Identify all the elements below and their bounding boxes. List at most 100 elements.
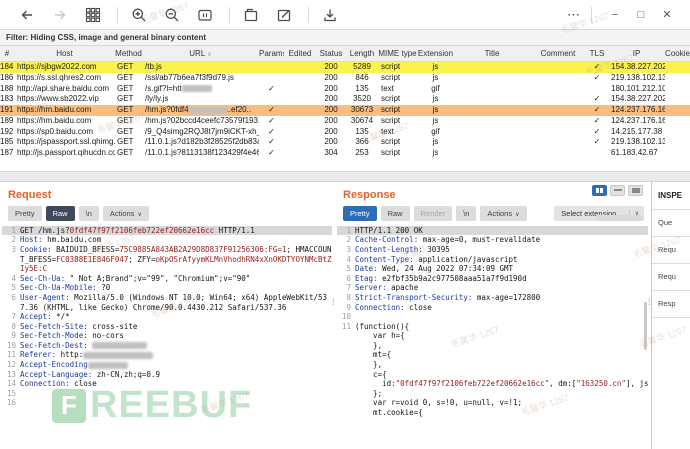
- col-header-ip[interactable]: IP: [608, 46, 665, 61]
- tab-pretty[interactable]: Pretty: [343, 206, 377, 221]
- code-token: Sec-Ch-Ua:: [20, 274, 65, 283]
- edit-request-icon[interactable]: [273, 6, 295, 24]
- line-number: 9: [2, 331, 16, 341]
- forward-icon[interactable]: [49, 6, 71, 24]
- code-token: max-age=172800: [472, 293, 540, 302]
- col-header-tls[interactable]: TLS: [586, 46, 608, 61]
- inspector-item[interactable]: Requ: [652, 237, 690, 264]
- tab-nl[interactable]: \n: [79, 206, 99, 221]
- tab-pretty[interactable]: Pretty: [8, 206, 42, 221]
- cell-ip: 14.215.177.38: [608, 127, 665, 138]
- table-row[interactable]: 184https://sjbgw2022.comGET/tb.js2005289…: [0, 62, 690, 73]
- cell-method: GET: [115, 148, 142, 159]
- zoom-in-icon[interactable]: [128, 6, 150, 24]
- layout-columns-button[interactable]: [592, 185, 607, 196]
- col-header-status[interactable]: Status: [316, 46, 346, 61]
- col-header-ext[interactable]: Extension: [417, 46, 454, 61]
- close-button[interactable]: ✕: [654, 8, 680, 21]
- col-header-length[interactable]: Length: [346, 46, 378, 61]
- tab-actions[interactable]: Actions∨: [103, 206, 149, 221]
- response-line: 3Content-Length: 30395: [337, 245, 648, 255]
- code-token: FC0388E1E846F047: [56, 255, 128, 264]
- code-token: cross-site: [88, 322, 138, 331]
- cell-ext: js: [417, 73, 454, 84]
- response-panel[interactable]: Response PrettyRawRender\nActions∨Select…: [337, 182, 648, 449]
- tab-nl[interactable]: \n: [456, 206, 476, 221]
- cell-mime: text: [378, 84, 417, 95]
- cell-params: ✓: [259, 127, 284, 138]
- layout-rows-button[interactable]: [610, 185, 625, 196]
- response-editor[interactable]: 1HTTP/1.1 200 OK2Cache-Control: max-age=…: [337, 226, 648, 418]
- inspector-item[interactable]: Requ: [652, 264, 690, 291]
- cell-status: 200: [316, 94, 346, 105]
- save-icon[interactable]: [319, 6, 341, 24]
- code-token: Cookie:: [20, 245, 52, 254]
- col-header-mime[interactable]: MIME type: [378, 46, 417, 61]
- scrollbar-thumb[interactable]: [595, 215, 643, 221]
- col-header-host[interactable]: Host: [14, 46, 115, 61]
- col-header-comment[interactable]: Comment: [530, 46, 586, 61]
- horizontal-splitter[interactable]: [0, 171, 690, 182]
- col-header-cookie[interactable]: Cookie: [665, 46, 690, 61]
- response-line: id:"0fdf47f97f2106feb722ef20662e16cc", d…: [337, 379, 648, 389]
- minimize-button[interactable]: −: [602, 9, 628, 21]
- table-row[interactable]: 188http://api.share.baidu.comGET/s.gif?l…: [0, 84, 690, 95]
- line-text: Connection: close: [20, 379, 332, 389]
- line-text: Connection: close: [355, 303, 648, 313]
- col-header-params[interactable]: Params: [259, 46, 284, 61]
- line-number: 1: [337, 226, 351, 236]
- line-number: 12: [2, 360, 16, 370]
- code-token: ], js:: [626, 379, 648, 388]
- vertical-splitter[interactable]: ⁞: [648, 182, 651, 449]
- line-number: [337, 370, 351, 380]
- cell-num: 186: [0, 73, 14, 84]
- chevron-down-icon: ∨: [137, 212, 141, 218]
- response-line: },: [337, 341, 648, 351]
- response-line: };: [337, 389, 648, 399]
- cell-length: 135: [346, 84, 378, 95]
- cell-num: 188: [0, 84, 14, 95]
- tab-label: Render: [421, 209, 446, 218]
- code-token: mt.cookie={: [355, 408, 423, 417]
- scrollbar-thumb[interactable]: [644, 302, 647, 350]
- table-row[interactable]: 187http://js.passport.qihucdn.co..GET/11…: [0, 148, 690, 159]
- code-token: application/javascript: [414, 255, 518, 264]
- table-row[interactable]: 189https://hm.baidu.comGET/hm.js?02bccd4…: [0, 116, 690, 127]
- tab-raw[interactable]: Raw: [381, 206, 410, 221]
- code-token: 75C9885A843AB2A29D8D837F91256306:FG=1: [119, 245, 286, 254]
- table-row[interactable]: 192https://sp0.baidu.comGET/9_Q4simg2RQJ…: [0, 127, 690, 138]
- tab-actions[interactable]: Actions∨: [480, 206, 526, 221]
- open-window-icon[interactable]: [240, 6, 262, 24]
- layout-single-button[interactable]: [628, 185, 643, 196]
- response-line: 6Etag: e2fbf35b9a2c977508aaa51a7f9d190d: [337, 274, 648, 284]
- table-row[interactable]: 183https://www.sb2022.vipGET/ly/ly.js200…: [0, 94, 690, 105]
- inspector-item[interactable]: Resp: [652, 291, 690, 318]
- col-header-url[interactable]: URL∨: [142, 46, 259, 61]
- table-row[interactable]: 185https://jspassport.ssl.qhimg...GET/11…: [0, 137, 690, 148]
- cell-ext: gif: [417, 84, 454, 95]
- tab-render[interactable]: Render: [414, 206, 453, 221]
- grid-view-icon[interactable]: [82, 6, 104, 24]
- col-header-title[interactable]: Title: [454, 46, 530, 61]
- col-header-num[interactable]: #: [0, 46, 14, 61]
- table-row[interactable]: 186https://s.ssl.qhres2.comGET/ssl/ab77b…: [0, 73, 690, 84]
- cell-url: /ssl/ab77b6ea7f3f9d79.js: [142, 73, 259, 84]
- more-options-icon[interactable]: ⋯: [559, 7, 589, 23]
- line-number: 7: [337, 283, 351, 293]
- request-panel[interactable]: Request PrettyRaw\nActions∨ 1GET /hm.js?…: [0, 182, 332, 449]
- inspector-item[interactable]: Que: [652, 210, 690, 237]
- col-header-edited[interactable]: Edited: [284, 46, 316, 61]
- maximize-button[interactable]: □: [628, 9, 654, 21]
- code-token: Connection:: [20, 379, 70, 388]
- col-header-method[interactable]: Method: [115, 46, 142, 61]
- request-editor[interactable]: 1GET /hm.js?0fdf47f97f2106feb722ef20662e…: [2, 226, 332, 408]
- line-text: var r=void 0, s=!0, u=null, v=!1;: [355, 398, 648, 408]
- zoom-out-icon[interactable]: [161, 6, 183, 24]
- table-row[interactable]: 191https://hm.baidu.comGET/hm.js?0fdf4..…: [0, 105, 690, 116]
- reset-zoom-icon[interactable]: [194, 6, 216, 24]
- code-token: User-Agent:: [20, 293, 70, 302]
- filter-bar[interactable]: Filter: Hiding CSS, image and general bi…: [0, 29, 690, 46]
- back-icon[interactable]: [16, 6, 38, 24]
- response-line: 1HTTP/1.1 200 OK: [337, 226, 648, 236]
- tab-raw[interactable]: Raw: [46, 206, 75, 221]
